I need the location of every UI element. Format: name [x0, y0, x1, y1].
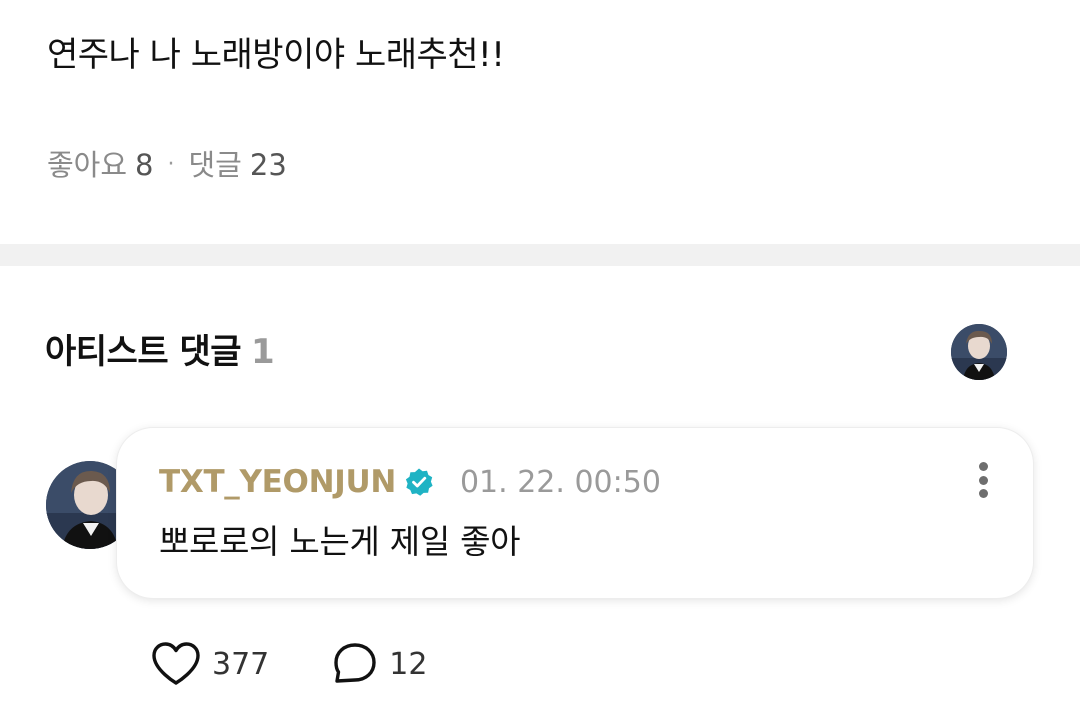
- post-stats: 좋아요 8 · 댓글 23: [47, 146, 287, 184]
- comment-header: TXT_YEONJUN 01. 22. 00:50: [159, 464, 661, 500]
- like-count: 377: [212, 646, 270, 682]
- artist-avatar-small[interactable]: [951, 324, 1007, 380]
- heart-icon: [152, 642, 200, 685]
- section-divider: [0, 244, 1080, 266]
- artist-comments-label: 아티스트 댓글: [45, 332, 242, 372]
- comment-timestamp: 01. 22. 00:50: [459, 464, 661, 500]
- like-button[interactable]: 377: [150, 640, 269, 688]
- comment-actions: 377 12: [150, 640, 489, 688]
- likes-label[interactable]: 좋아요: [47, 146, 127, 184]
- artist-comment-card[interactable]: TXT_YEONJUN 01. 22. 00:50 뽀로로의 노는게 제일 좋아: [117, 428, 1033, 598]
- more-options-icon[interactable]: [971, 458, 995, 502]
- artist-comments-title: 아티스트 댓글 1: [45, 330, 275, 374]
- avatar-image-icon: [951, 324, 1007, 380]
- reply-count: 12: [389, 646, 428, 682]
- stats-separator: ·: [167, 152, 175, 177]
- speech-bubble-icon: [334, 643, 376, 683]
- artist-comments-count: 1: [251, 332, 275, 372]
- comments-label[interactable]: 댓글: [189, 146, 242, 184]
- post-detail-screen: 연주나 나 노래방이야 노래추천!! 좋아요 8 · 댓글 23 아티스트 댓글…: [0, 0, 1080, 710]
- verified-badge-icon: [404, 467, 434, 497]
- post-text: 연주나 나 노래방이야 노래추천!!: [47, 35, 505, 75]
- reply-button[interactable]: 12: [331, 641, 427, 687]
- likes-count[interactable]: 8: [135, 146, 153, 184]
- comments-count[interactable]: 23: [250, 146, 287, 184]
- comment-author[interactable]: TXT_YEONJUN: [159, 464, 396, 500]
- comment-text: 뽀로로의 노는게 제일 좋아: [159, 522, 521, 561]
